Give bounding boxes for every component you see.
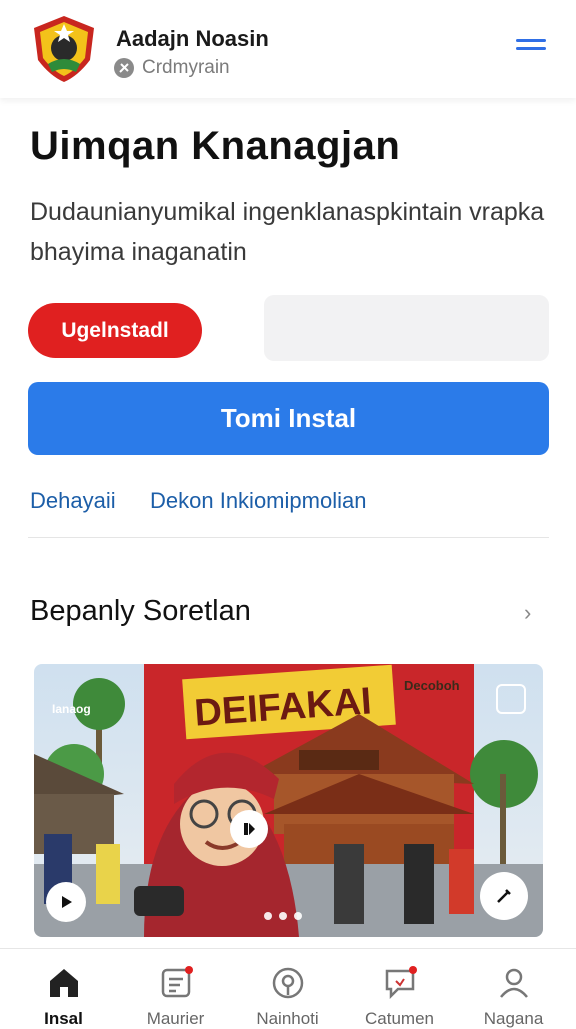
nav-label: Catumen [365, 1009, 434, 1028]
user-icon [500, 968, 528, 998]
app-header: Aadajn Noasin Crdmyrain [0, 0, 576, 98]
bottom-nav: Insal Maurier Nainhoti Catumen Nagana [0, 948, 576, 1028]
install-button[interactable]: Tomi Instal [28, 382, 549, 455]
carousel-dot [279, 912, 287, 920]
settings-icon [114, 58, 134, 78]
brand-name: Aadajn Noasin [116, 26, 269, 51]
nav-label: Maurier [146, 1009, 205, 1028]
carousel-dot [264, 912, 272, 920]
media-tag-left: Ianaog [52, 702, 91, 716]
nav-label: Nagana [483, 1009, 544, 1028]
carousel-dots[interactable] [264, 912, 302, 920]
nav-item-home[interactable]: Insal [6, 949, 121, 1028]
placeholder-field [264, 295, 549, 361]
divider [28, 537, 549, 538]
media-card[interactable]: DEIFAKAI Ianaog Decoboh [34, 664, 543, 937]
brand-subtitle: Crdmyrain [114, 56, 230, 80]
nav-label: Insal [44, 1009, 83, 1028]
pause-icon[interactable] [230, 810, 268, 848]
page-title: Uimqan Knanagjan [30, 124, 401, 168]
nav-label: Nainhoti [256, 1009, 319, 1028]
play-icon[interactable] [46, 882, 86, 922]
nav-item-profile[interactable]: Nagana [456, 949, 571, 1028]
document-icon [161, 966, 193, 998]
emblem-logo[interactable] [28, 14, 100, 84]
fullscreen-icon[interactable] [496, 684, 526, 714]
nav-item-chat[interactable]: Catumen [342, 949, 457, 1028]
chat-icon [385, 966, 417, 1000]
page-description: Dudaunianyumikal ingenklanaspkintain vra… [30, 198, 545, 266]
hamburger-menu-icon[interactable] [516, 34, 548, 58]
home-icon [50, 969, 78, 997]
uninstall-button[interactable]: Ugelnstadl [28, 303, 202, 358]
media-tag-right: Decoboh [404, 678, 460, 693]
brand-sub-text: Crdmyrain [142, 57, 230, 78]
nav-item-document[interactable]: Maurier [118, 949, 233, 1028]
chevron-right-icon[interactable]: › [524, 600, 531, 626]
carousel-dot [294, 912, 302, 920]
details-link[interactable]: Dehayaii [30, 488, 116, 514]
section-title: Bepanly Soretlan [30, 595, 251, 627]
location-pin-icon [272, 967, 304, 999]
nav-item-location[interactable]: Nainhoti [230, 949, 345, 1028]
edit-icon[interactable] [480, 872, 528, 920]
info-link[interactable]: Dekon Inkiomipmolian [150, 488, 366, 514]
